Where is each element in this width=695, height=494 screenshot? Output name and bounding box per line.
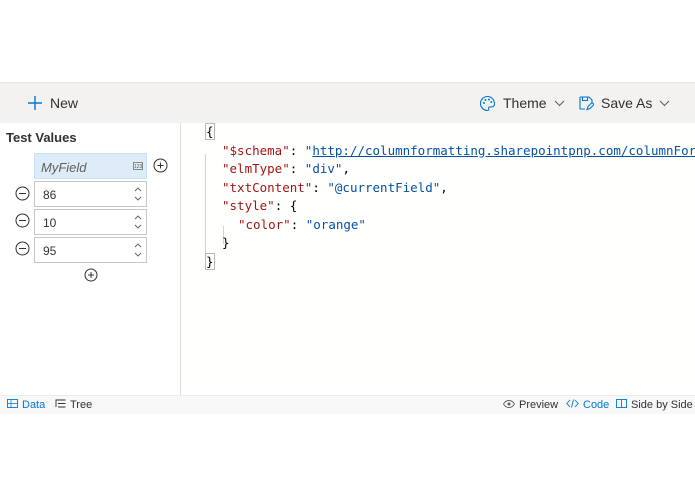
remove-row-icon[interactable] — [15, 186, 30, 206]
code-token: } — [222, 235, 230, 250]
code-token: "orange" — [305, 216, 366, 232]
test-values-title: Test Values — [6, 130, 77, 145]
data-tab-label: Data — [22, 399, 46, 411]
field-name: MyField — [41, 160, 87, 175]
add-row-icon[interactable] — [84, 268, 98, 287]
preview-tab[interactable]: Preview — [502, 396, 559, 414]
tree-tab-label: Tree — [70, 399, 93, 411]
spinner-icon[interactable] — [134, 213, 142, 231]
field-column-header: MyField 123 — [34, 153, 147, 179]
new-button[interactable]: New — [27, 83, 78, 123]
code-line: "color": "orange" — [238, 216, 366, 234]
value-text: 86 — [43, 188, 57, 202]
value-text: 10 — [43, 216, 57, 230]
code-token: "color" — [238, 216, 291, 232]
command-bar: New Theme Save As — [0, 83, 695, 123]
save-as-button[interactable]: Save As — [578, 83, 670, 123]
side-by-side-tab[interactable]: Side by Side — [616, 396, 693, 414]
test-values-pane: Test Values MyField 123 86 10 95 — [0, 123, 181, 395]
column-formatter-app: New Theme Save As Test Values MyField 12… — [0, 82, 695, 414]
code-line: "txtContent": "@currentField", — [222, 179, 448, 197]
spinner-icon[interactable] — [134, 241, 142, 259]
plus-icon — [27, 95, 43, 111]
add-column-icon[interactable] — [153, 158, 168, 178]
code-token: "style" — [222, 198, 275, 213]
code-token: "txtContent" — [222, 179, 313, 195]
code-tab-label: Code — [583, 399, 610, 411]
code-line: } — [222, 234, 230, 252]
code-token: , — [342, 161, 350, 176]
palette-icon — [479, 95, 496, 112]
code-token: "elmType" — [222, 161, 290, 176]
data-grid-icon — [7, 399, 18, 411]
split-view-icon — [616, 399, 627, 411]
spinner-icon[interactable] — [134, 185, 142, 203]
code-line: "elmType": "div", — [222, 160, 350, 178]
value-input-row-3[interactable]: 95 — [34, 237, 147, 263]
eye-icon — [502, 399, 516, 411]
remove-row-icon[interactable] — [15, 241, 30, 261]
remove-row-icon[interactable] — [15, 213, 30, 233]
data-tab[interactable]: Data — [7, 396, 45, 414]
code-token: : — [290, 216, 306, 232]
status-bar: Data Tree Preview Code Side by Side — [0, 395, 695, 414]
tree-tab[interactable]: Tree — [55, 396, 92, 414]
number-icon: 123 — [133, 162, 143, 170]
code-token: : — [289, 161, 305, 176]
indent-guide — [205, 154, 206, 264]
code-token: { — [205, 123, 215, 140]
theme-button-label: Theme — [503, 95, 547, 111]
preview-tab-label: Preview — [519, 399, 559, 411]
code-line: "style": { — [222, 197, 297, 215]
code-token: : — [312, 179, 328, 195]
code-token: : { — [274, 198, 298, 213]
tree-icon — [55, 399, 66, 411]
schema-link[interactable]: http://columnformatting.sharepointpnp.co… — [312, 143, 695, 158]
code-token: "$schema" — [222, 142, 290, 158]
code-token: , — [440, 179, 448, 195]
chevron-down-icon — [554, 100, 565, 107]
code-token: } — [205, 252, 215, 270]
json-code-editor[interactable]: { "$schema": "http://columnformatting.sha… — [181, 123, 695, 395]
code-line: "$schema": "http://columnformatting.shar… — [222, 142, 695, 160]
code-token: "@currentField" — [327, 179, 441, 195]
chevron-down-icon — [659, 100, 670, 107]
value-input-row-1[interactable]: 86 — [34, 181, 147, 207]
save-as-icon — [578, 95, 594, 111]
code-tab[interactable]: Code — [566, 396, 609, 414]
new-button-label: New — [50, 95, 79, 111]
value-text: 95 — [43, 244, 57, 258]
code-line: { — [205, 123, 215, 141]
value-input-row-2[interactable]: 10 — [34, 209, 147, 235]
code-line: } — [205, 252, 215, 271]
theme-button[interactable]: Theme — [479, 83, 565, 123]
code-token: "div" — [304, 161, 343, 176]
code-token: : — [289, 142, 305, 158]
save-as-button-label: Save As — [601, 95, 653, 111]
code-icon — [566, 399, 579, 411]
side-by-side-tab-label: Side by Side — [631, 399, 693, 411]
